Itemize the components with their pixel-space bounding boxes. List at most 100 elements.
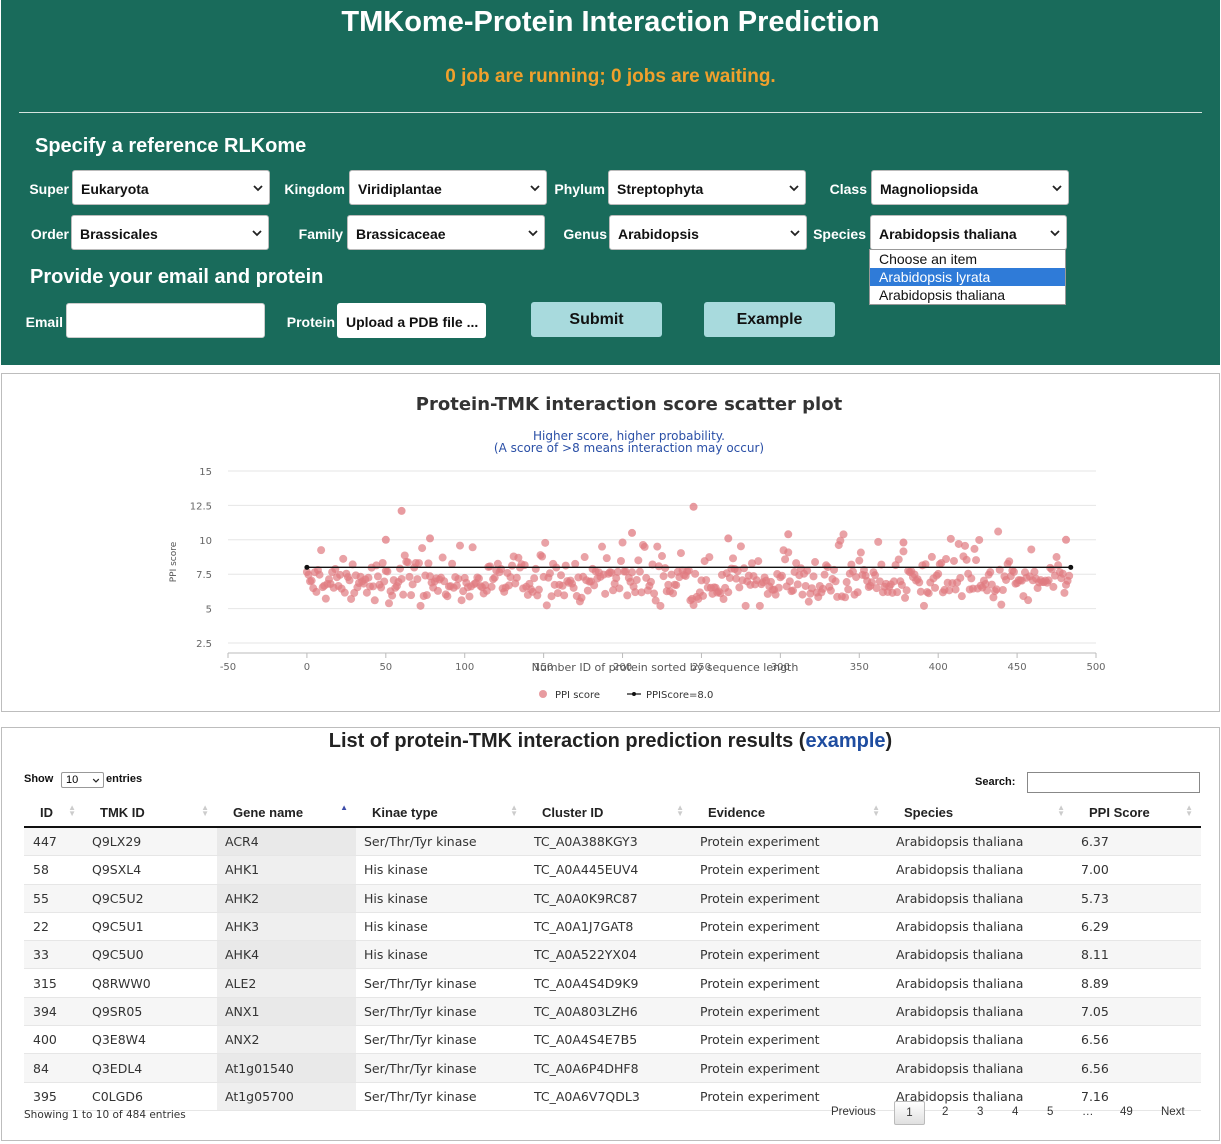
species-select[interactable]: Arabidopsis thaliana xyxy=(870,215,1067,250)
species-dropdown-list: Choose an item Arabidopsis lyrata Arabid… xyxy=(869,249,1066,305)
col-header-gene-name[interactable]: Gene name ▲ xyxy=(217,798,356,828)
scatter-point xyxy=(405,572,414,581)
col-header-id[interactable]: ID ▲ ▼ xyxy=(24,798,84,828)
example-button[interactable]: Example xyxy=(704,302,835,337)
chart-title: Protein-TMK interaction score scatter pl… xyxy=(416,394,843,415)
scatter-point xyxy=(1024,596,1033,605)
phylum-select[interactable]: Streptophyta xyxy=(608,170,806,205)
species-option-choose[interactable]: Choose an item xyxy=(870,250,1065,268)
cell-species: Arabidopsis thaliana xyxy=(888,1025,1073,1055)
cell-evidence: Protein experiment xyxy=(692,1025,888,1055)
scatter-point xyxy=(640,542,649,551)
results-panel: List of protein-TMK interaction predicti… xyxy=(1,727,1220,1141)
scatter-point xyxy=(307,576,316,585)
cell-id: 33 xyxy=(24,940,84,970)
cell-tmk-id[interactable]: C0LGD6 xyxy=(84,1082,217,1111)
species-option-thaliana[interactable]: Arabidopsis thaliana xyxy=(870,286,1065,304)
scatter-point xyxy=(403,558,412,567)
legend-label-threshold[interactable]: PPIScore=8.0 xyxy=(646,690,713,701)
scatter-point xyxy=(407,591,416,600)
cell-tmk-id[interactable]: Q9C5U1 xyxy=(84,912,217,942)
entries-label: entries xyxy=(106,773,143,785)
scatter-point xyxy=(998,585,1007,594)
scatter-point xyxy=(443,592,452,601)
scatter-point xyxy=(899,547,908,556)
pagination-page-3[interactable]: 3 xyxy=(977,1106,983,1118)
cell-tmk-id[interactable]: Q3EDL4 xyxy=(84,1053,217,1083)
pagination-page-4[interactable]: 4 xyxy=(1012,1106,1018,1118)
cell-gene-name: ACR4 xyxy=(217,827,356,857)
legend-label-ppi[interactable]: PPI score xyxy=(555,690,600,701)
col-header-evidence[interactable]: Evidence ▲ ▼ xyxy=(692,798,888,828)
class-value: Magnoliopsida xyxy=(880,181,978,197)
cell-tmk-id[interactable]: Q9LX29 xyxy=(84,827,217,857)
cell-cluster-id[interactable]: TC_A0A803LZH6 xyxy=(526,997,692,1027)
sort-icon: ▲ ▼ xyxy=(201,803,209,818)
pagination-page-1[interactable]: 1 xyxy=(894,1101,925,1125)
scatter-point xyxy=(774,583,783,592)
search-input[interactable] xyxy=(1027,772,1200,793)
cell-kinase-type: His kinase xyxy=(356,940,526,970)
cell-gene-name: AHK2 xyxy=(217,884,356,913)
scatter-point xyxy=(512,573,521,582)
table-header-row: ID ▲ ▼ TMK ID ▲ ▼ Gene name ▲ Kinae type ▲ ▼ Cl… xyxy=(24,798,1201,828)
cell-tmk-id[interactable]: Q9SR05 xyxy=(84,997,217,1027)
cell-tmk-id[interactable]: Q9C5U2 xyxy=(84,884,217,913)
scatter-point xyxy=(924,589,933,598)
cell-cluster-id[interactable]: TC_A0A388KGY3 xyxy=(526,827,692,857)
cell-cluster-id[interactable]: TC_A0A522YX04 xyxy=(526,940,692,970)
cell-cluster-id[interactable]: TC_A0A6V7QDL3 xyxy=(526,1082,692,1111)
pagination-next[interactable]: Next xyxy=(1161,1106,1185,1118)
cell-tmk-id[interactable]: Q8RWW0 xyxy=(84,968,217,998)
scatter-point xyxy=(951,585,960,594)
scatter-point xyxy=(986,568,995,577)
cell-cluster-id[interactable]: TC_A0A6P4DHF8 xyxy=(526,1053,692,1083)
col-header-species-label: Species xyxy=(904,804,954,820)
cell-tmk-id[interactable]: Q9C5U0 xyxy=(84,940,217,970)
col-header-tmk-id[interactable]: TMK ID ▲ ▼ xyxy=(84,798,217,828)
genus-select[interactable]: Arabidopsis xyxy=(609,215,807,250)
chevron-down-icon xyxy=(253,185,263,192)
family-select[interactable]: Brassicaceae xyxy=(347,215,545,250)
cell-gene-name: At1g05700 xyxy=(217,1082,356,1111)
cell-cluster-id[interactable]: TC_A0A0K9RC87 xyxy=(526,884,692,913)
cell-tmk-id[interactable]: Q9SXL4 xyxy=(84,855,217,885)
search-label: Search: xyxy=(975,776,1016,788)
entries-length-select[interactable]: 10 xyxy=(61,772,104,788)
col-header-kinase-type[interactable]: Kinae type ▲ ▼ xyxy=(356,798,526,828)
cell-cluster-id[interactable]: TC_A0A4S4D9K9 xyxy=(526,968,692,998)
pagination-page-2[interactable]: 2 xyxy=(942,1106,948,1118)
sort-icon: ▲ ▼ xyxy=(676,803,684,818)
x-tick-label: 100 xyxy=(455,662,474,673)
col-header-cluster-id[interactable]: Cluster ID ▲ ▼ xyxy=(526,798,692,828)
scatter-point xyxy=(397,506,406,515)
kingdom-select[interactable]: Viridiplantae xyxy=(349,170,547,205)
table-row: 55 Q9C5U2 AHK2 His kinase TC_A0A0K9RC87 Prote… xyxy=(24,884,1201,913)
pagination-page-49[interactable]: 49 xyxy=(1120,1106,1133,1118)
x-tick-label: 50 xyxy=(379,662,392,673)
cell-cluster-id[interactable]: TC_A0A1J7GAT8 xyxy=(526,912,692,942)
upload-pdb-button[interactable]: Upload a PDB file ... xyxy=(337,303,486,338)
cell-tmk-id[interactable]: Q3E8W4 xyxy=(84,1025,217,1055)
email-label: Email xyxy=(25,314,63,330)
super-select[interactable]: Eukaryota xyxy=(72,170,270,205)
col-header-ppi-score[interactable]: PPI Score ▲ ▼ xyxy=(1073,798,1201,828)
class-select[interactable]: Magnoliopsida xyxy=(871,170,1069,205)
email-field[interactable] xyxy=(66,303,265,338)
scatter-point xyxy=(946,534,955,543)
scatter-point xyxy=(853,588,862,597)
scatter-point xyxy=(735,583,744,592)
species-option-lyrata[interactable]: Arabidopsis lyrata xyxy=(870,268,1065,286)
results-example-link[interactable]: example xyxy=(805,730,885,752)
col-header-species[interactable]: Species ▲ ▼ xyxy=(888,798,1073,828)
pagination-previous[interactable]: Previous xyxy=(831,1106,876,1118)
cell-cluster-id[interactable]: TC_A0A445EUV4 xyxy=(526,855,692,885)
pagination-page-5[interactable]: 5 xyxy=(1047,1106,1053,1118)
cell-cluster-id[interactable]: TC_A0A4S4E7B5 xyxy=(526,1025,692,1055)
scatter-point xyxy=(781,555,790,564)
scatter-point xyxy=(438,553,447,562)
submit-button[interactable]: Submit xyxy=(531,302,662,337)
order-select[interactable]: Brassicales xyxy=(71,215,269,250)
scatter-point xyxy=(975,535,984,544)
y-axis-label: PPI score xyxy=(169,541,179,582)
